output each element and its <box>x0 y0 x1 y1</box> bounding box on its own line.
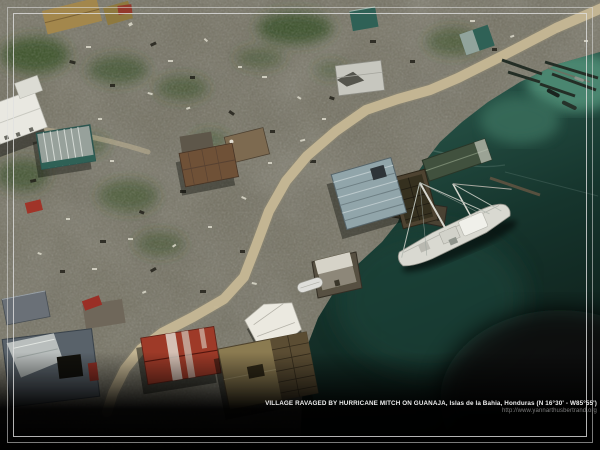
photo-scene <box>0 0 600 450</box>
photo-credit-url: http://www.yannarthusbertrand.org <box>265 408 597 415</box>
hurricane-aerial-photo: VILLAGE RAVAGED BY HURRICANE MITCH ON GU… <box>0 0 600 450</box>
photo-caption: VILLAGE RAVAGED BY HURRICANE MITCH ON GU… <box>265 401 597 415</box>
teal-metal-building <box>31 125 96 178</box>
caption-text: VILLAGE RAVAGED BY HURRICANE MITCH ON GU… <box>265 401 597 408</box>
gray-building <box>335 60 384 95</box>
